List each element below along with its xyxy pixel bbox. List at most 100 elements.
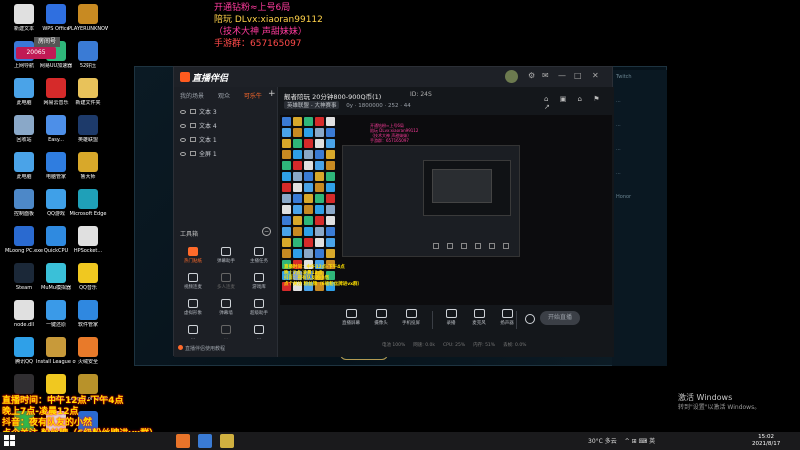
tab-active[interactable]: 可乐牛 bbox=[244, 93, 262, 100]
desktop-icon[interactable]: HPSocket... bbox=[68, 226, 108, 254]
toolbox-item[interactable]: ... bbox=[244, 325, 274, 341]
tray-icons[interactable]: ^ ⊞ ⌨ 英 bbox=[625, 438, 655, 445]
preview-icon bbox=[326, 139, 335, 148]
preview-overlay-line: 手游群：657165097 bbox=[370, 138, 409, 143]
room-number-badge: 房间号 bbox=[34, 37, 60, 47]
toolbox-item[interactable]: 热门贴纸 bbox=[178, 247, 208, 264]
desktop-icon[interactable]: QQ音乐 bbox=[68, 263, 108, 291]
room-category[interactable]: 英雄联盟 - 大神赛事 bbox=[284, 101, 340, 109]
tool-icon bbox=[188, 247, 198, 256]
desktop-icon[interactable]: 鲁大师 bbox=[68, 152, 108, 180]
desktop-app-icon bbox=[78, 337, 98, 357]
preview-icon bbox=[326, 183, 335, 192]
toolbox-item[interactable]: 视频连麦 bbox=[178, 273, 208, 290]
toolbox-item[interactable]: 弹幕助手 bbox=[211, 247, 241, 264]
scene-item[interactable]: 文本 3 bbox=[180, 107, 217, 116]
source-button[interactable]: 麦克风 bbox=[466, 309, 492, 326]
taskbar-folder-icon[interactable] bbox=[220, 434, 234, 448]
desktop-app-icon bbox=[14, 337, 34, 357]
preview-overlay-bottom: 直播时间：中午12点-下午4点 晚上7点-凌晨12点 抖音：夜有队友的小然 点个关注 … bbox=[284, 265, 362, 287]
desktop-icon[interactable]: PLAYERUNKNOWN'S BATTLEGR... bbox=[68, 4, 108, 32]
room-stat: 0y bbox=[346, 103, 353, 109]
clock[interactable]: 15:02 2021/8/17 bbox=[752, 434, 780, 448]
settings-icon[interactable] bbox=[525, 314, 535, 324]
desktop-icon-label: 52好压 bbox=[79, 63, 97, 69]
client-sidebar-item[interactable]: ... bbox=[616, 122, 663, 128]
source-button[interactable]: 手机投屏 bbox=[398, 309, 424, 326]
toolbox-item[interactable]: ... bbox=[178, 325, 208, 341]
desktop-app-icon bbox=[14, 115, 34, 135]
client-sidebar-item[interactable]: ... bbox=[616, 146, 663, 152]
client-sidebar-item[interactable]: ... bbox=[616, 170, 663, 176]
layout-icon[interactable]: ▣ bbox=[560, 95, 567, 103]
bell-icon[interactable]: ⚑ bbox=[593, 95, 599, 103]
lock-icon[interactable]: ⌂ bbox=[544, 95, 548, 103]
visibility-icon[interactable] bbox=[180, 138, 186, 142]
home-icon[interactable]: ⌂ bbox=[578, 95, 582, 103]
close-icon[interactable]: ✕ bbox=[592, 71, 599, 80]
preview-icon bbox=[315, 194, 324, 203]
client-sidebar-item[interactable]: Twitch bbox=[616, 74, 663, 80]
status-item: 网速: 0.0k bbox=[413, 343, 436, 348]
taskbar-streaming-app-icon[interactable] bbox=[176, 434, 190, 448]
toolbox-item[interactable]: 超级助手 bbox=[244, 299, 274, 316]
windows-start-icon[interactable] bbox=[4, 435, 15, 446]
maximize-icon[interactable]: □ bbox=[574, 71, 582, 80]
desktop-icon[interactable]: 火绒安全 bbox=[68, 337, 108, 365]
overlay-line: 抖音：夜有队友的小然 bbox=[2, 418, 93, 428]
system-tray: 30°C 多云 ^ ⊞ ⌨ 英 bbox=[588, 436, 661, 445]
room-title[interactable]: 靓者陪玩 20分钟800-900Q币(1) bbox=[284, 91, 381, 101]
minimize-icon[interactable]: — bbox=[558, 71, 566, 80]
overlay-line: 晚上7点-凌晨12点 bbox=[2, 407, 79, 417]
start-live-button[interactable]: 开始直播 bbox=[540, 311, 580, 325]
tutorial-link[interactable]: 直播伴侣使用教程 bbox=[178, 345, 225, 352]
tab-audience[interactable]: 观众 bbox=[218, 93, 230, 100]
scene-item[interactable]: 文本 4 bbox=[180, 121, 217, 130]
scene-item[interactable]: 文本 1 bbox=[180, 135, 217, 144]
share-icon[interactable]: ↗ bbox=[544, 103, 550, 111]
message-icon[interactable]: ✉ bbox=[542, 71, 549, 80]
toolbox-item[interactable]: 弹幕墙 bbox=[211, 299, 241, 316]
desktop-icon-label: Microsoft Edge bbox=[69, 211, 107, 217]
visibility-icon[interactable] bbox=[180, 124, 186, 128]
toolbox-item[interactable]: ... bbox=[211, 325, 241, 341]
source-button[interactable]: 摄像头 bbox=[368, 309, 394, 326]
desktop-icon[interactable]: Microsoft Edge bbox=[68, 189, 108, 217]
visibility-icon[interactable] bbox=[180, 110, 186, 114]
toolbox-collapse-button[interactable]: − bbox=[262, 227, 271, 236]
stream-preview[interactable]: 开通钻粉≈上号6局 陪玩 DLvx:xiaoran99112 （技术大神 声甜妹妹）… bbox=[280, 115, 612, 305]
desktop-icon[interactable]: 52好压 bbox=[68, 41, 108, 69]
client-sidebar-item[interactable]: Honor bbox=[616, 194, 663, 200]
source-button[interactable]: 录播 bbox=[438, 309, 464, 326]
preview-icon bbox=[315, 238, 324, 247]
room-stat: 44 bbox=[403, 103, 411, 109]
toolbox-item[interactable]: 虚拟形象 bbox=[178, 299, 208, 316]
desktop-app-icon bbox=[14, 4, 34, 24]
visibility-icon[interactable] bbox=[180, 152, 186, 156]
preview-icon bbox=[326, 238, 335, 247]
desktop-app-icon bbox=[78, 152, 98, 172]
scene-item[interactable]: 全屏 1 bbox=[180, 149, 217, 158]
toolbox-item[interactable]: 游戏库 bbox=[244, 273, 274, 290]
client-sidebar-item[interactable]: ... bbox=[616, 98, 663, 104]
desktop-icon[interactable]: 新建文件夹 bbox=[68, 78, 108, 106]
desktop-icon[interactable]: 英雄联盟 bbox=[68, 115, 108, 143]
preview-icon bbox=[304, 227, 313, 236]
desktop-icon-label: HPSocket... bbox=[73, 248, 103, 254]
add-scene-button[interactable]: + bbox=[268, 89, 276, 99]
tool-icon bbox=[221, 273, 231, 282]
tab-my-scenes[interactable]: 我的场景 bbox=[180, 93, 204, 100]
avatar[interactable] bbox=[505, 70, 518, 83]
toolbox-item[interactable]: 主播任务 bbox=[244, 247, 274, 264]
status-item: 丢帧: 0.0% bbox=[503, 343, 527, 348]
weather-text[interactable]: 30°C 多云 bbox=[588, 438, 617, 445]
source-label: 摄像头 bbox=[374, 321, 388, 326]
taskbar-app-icon[interactable] bbox=[198, 434, 212, 448]
skin-icon[interactable]: ⚙ bbox=[528, 71, 535, 80]
preview-icon bbox=[282, 238, 291, 247]
desktop-icon-label: 新建文件夹 bbox=[75, 100, 101, 106]
toolbox-item[interactable]: 多人连麦 bbox=[211, 273, 241, 290]
tool-label: 超级助手 bbox=[250, 311, 268, 316]
source-button[interactable]: 直播屏幕 bbox=[338, 309, 364, 326]
desktop-icon[interactable]: 软件管家 bbox=[68, 300, 108, 328]
